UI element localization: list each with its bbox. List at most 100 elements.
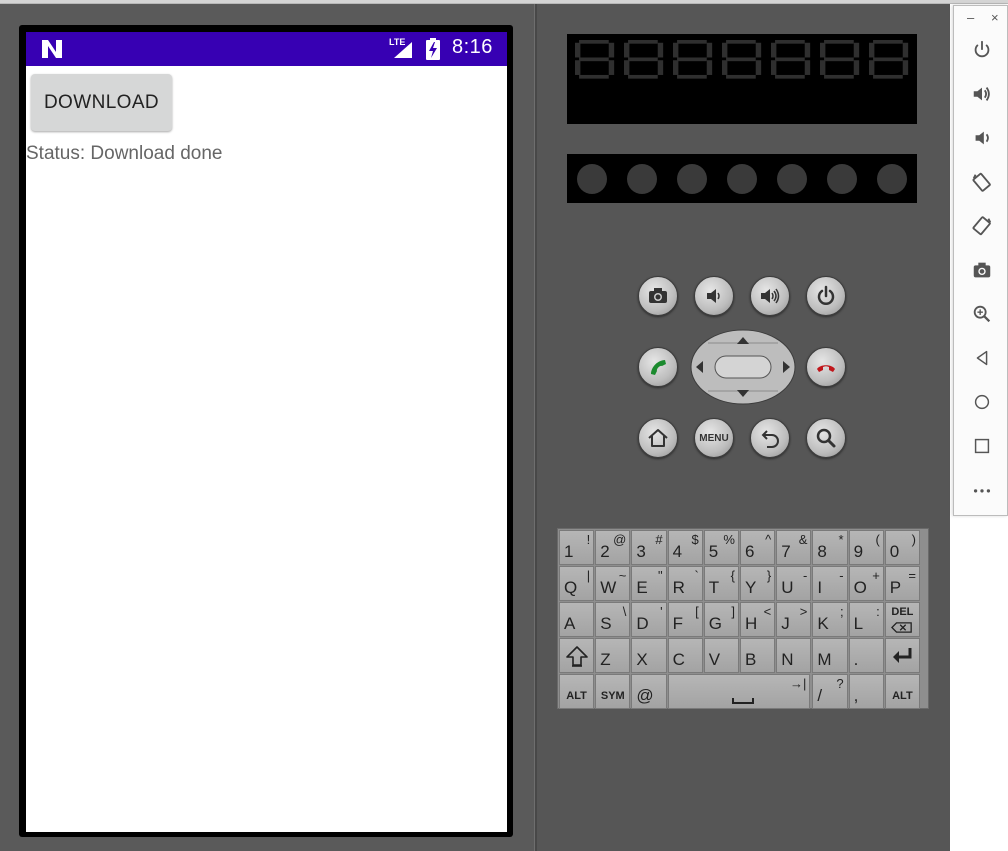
minimize-window-button[interactable]: – xyxy=(967,10,974,25)
key[interactable]: I- xyxy=(812,566,848,601)
close-window-button[interactable]: × xyxy=(991,10,999,25)
key[interactable]: Z xyxy=(595,638,631,673)
power-icon xyxy=(974,40,990,58)
key[interactable]: S \ xyxy=(595,602,631,637)
key[interactable]: D ' xyxy=(631,602,667,637)
key-space[interactable]: →| xyxy=(667,674,811,709)
key-shift-label: & xyxy=(798,532,808,547)
key[interactable]: O + xyxy=(848,566,884,601)
toolbar-volume-down-button[interactable] xyxy=(968,124,996,152)
key-slash[interactable]: /? xyxy=(812,674,848,709)
hw-call-button[interactable] xyxy=(638,347,678,387)
key[interactable]: 9( xyxy=(848,530,884,565)
key-at[interactable]: @ xyxy=(631,674,667,709)
zoom-icon xyxy=(973,305,991,323)
key[interactable]: 8 * xyxy=(812,530,848,565)
toolbar-rotate-right-button[interactable] xyxy=(968,212,996,240)
key[interactable]: Y} xyxy=(740,566,776,601)
key[interactable]: L: xyxy=(848,602,884,637)
key[interactable]: 2 @ xyxy=(595,530,631,565)
toolbar-volume-up-button[interactable] xyxy=(968,80,996,108)
key[interactable]: T{ xyxy=(703,566,739,601)
toolbar-rotate-left-button[interactable] xyxy=(968,168,996,196)
key-label: L xyxy=(853,614,864,633)
key[interactable]: Q | xyxy=(559,566,595,601)
download-button[interactable]: DOWNLOAD xyxy=(31,74,172,131)
battery-charging-icon xyxy=(426,38,440,60)
led-indicator xyxy=(777,164,807,194)
key-label: . xyxy=(853,650,859,669)
key-comma[interactable]: , xyxy=(848,674,884,709)
hw-search-button[interactable] xyxy=(806,418,846,458)
hw-home-button[interactable] xyxy=(638,418,678,458)
key[interactable]: F[ xyxy=(667,602,703,637)
key-label: Z xyxy=(600,650,611,669)
key[interactable]: P = xyxy=(884,566,920,601)
download-status-text: Status: Download done xyxy=(26,143,223,164)
key[interactable]: R ` xyxy=(667,566,703,601)
key-sym[interactable]: SYM xyxy=(595,674,631,709)
rotate-left-icon xyxy=(972,172,991,192)
key[interactable]: 1! xyxy=(559,530,595,565)
hw-camera-button[interactable] xyxy=(638,276,678,316)
end-call-icon xyxy=(817,365,835,372)
key-shift-label: $ xyxy=(691,532,699,547)
key[interactable]: A xyxy=(559,602,595,637)
key[interactable]: C xyxy=(667,638,703,673)
key-shift-label: " xyxy=(657,568,663,583)
key[interactable]: H < xyxy=(740,602,776,637)
toolbar-power-button[interactable] xyxy=(968,36,996,64)
key[interactable]: 4 $ xyxy=(667,530,703,565)
hw-volume-up-button[interactable] xyxy=(750,276,790,316)
key[interactable]: 7 & xyxy=(776,530,812,565)
key[interactable]: 5% xyxy=(703,530,739,565)
dpad-center-button[interactable] xyxy=(714,355,772,379)
backspace-icon xyxy=(886,620,919,638)
key[interactable]: M xyxy=(812,638,848,673)
key-alt-left[interactable]: ALT xyxy=(559,674,595,709)
key[interactable] xyxy=(884,638,920,673)
key-alt-right[interactable]: ALT xyxy=(884,674,920,709)
key[interactable] xyxy=(559,638,595,673)
key[interactable]: W ~ xyxy=(595,566,631,601)
key[interactable]: V xyxy=(703,638,739,673)
key[interactable]: U- xyxy=(776,566,812,601)
status-bar-clock: 8:16 xyxy=(452,36,493,58)
key[interactable]: DEL xyxy=(884,602,920,638)
dpad[interactable] xyxy=(690,329,796,405)
key-shift-label: * xyxy=(838,532,844,547)
toolbar-overview-button[interactable] xyxy=(968,432,996,460)
volume-up-icon xyxy=(761,288,780,304)
key-label: SYM xyxy=(600,690,625,702)
lcd-digit xyxy=(869,40,909,79)
hw-volume-down-button[interactable] xyxy=(694,276,734,316)
toolbar-zoom-button[interactable] xyxy=(968,300,996,328)
key[interactable]: N xyxy=(776,638,812,673)
key[interactable]: E " xyxy=(631,566,667,601)
lcd-digit xyxy=(673,40,713,79)
key-label: Y xyxy=(745,578,757,597)
key-label: H xyxy=(745,614,758,633)
key-shift-label: ! xyxy=(586,532,591,547)
key[interactable]: 6 ^ xyxy=(740,530,776,565)
hw-power-button[interactable] xyxy=(806,276,846,316)
cellular-signal-icon xyxy=(394,42,412,58)
key[interactable]: J > xyxy=(776,602,812,637)
hw-end-call-button[interactable] xyxy=(806,347,846,387)
key[interactable]: . xyxy=(848,638,884,673)
key-label: F xyxy=(672,614,683,633)
key[interactable]: 3 # xyxy=(631,530,667,565)
toolbar-more-button[interactable] xyxy=(968,476,996,504)
key[interactable]: X xyxy=(631,638,667,673)
hw-menu-button[interactable]: MENU xyxy=(694,418,734,458)
toolbar-home-button[interactable] xyxy=(968,388,996,416)
key[interactable]: B xyxy=(740,638,776,673)
hw-back-button[interactable] xyxy=(750,418,790,458)
toolbar-back-button[interactable] xyxy=(968,344,996,372)
key[interactable]: 0) xyxy=(884,530,920,565)
home-icon xyxy=(648,429,668,447)
key[interactable]: K; xyxy=(812,602,848,637)
toolbar-screenshot-button[interactable] xyxy=(968,256,996,284)
key-shift-label: ' xyxy=(660,604,663,619)
key[interactable]: G] xyxy=(703,602,739,637)
